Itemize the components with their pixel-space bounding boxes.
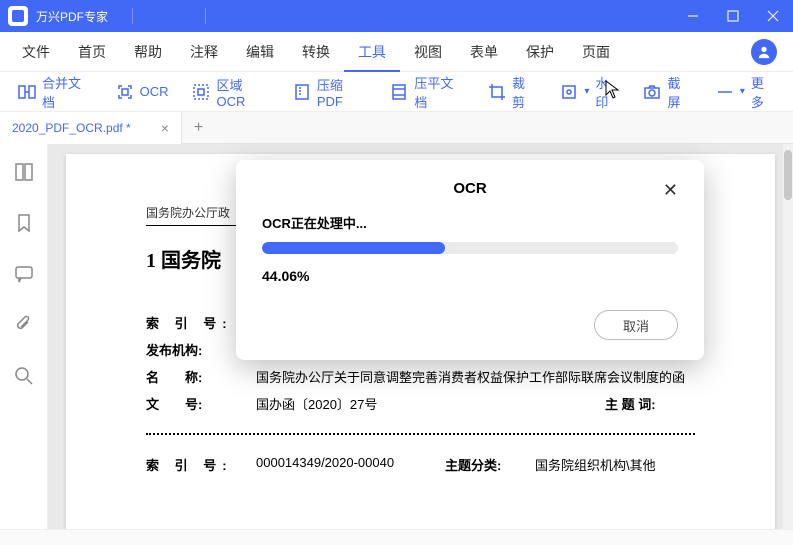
dialog-close-icon[interactable]: ✕ <box>663 180 678 201</box>
undo-icon[interactable] <box>210 9 226 23</box>
camera-icon <box>643 83 661 101</box>
menu-tools[interactable]: 工具 <box>344 32 400 72</box>
area-ocr-button[interactable]: 区域OCR <box>182 77 278 107</box>
ocr-progress-dialog: OCR ✕ OCR正在处理中... 44.06% 取消 <box>236 160 704 360</box>
ocr-button[interactable]: OCR <box>106 77 179 107</box>
open-icon[interactable] <box>137 9 153 23</box>
menu-protect[interactable]: 保护 <box>512 32 568 72</box>
status-bar <box>0 529 793 545</box>
minimize-button[interactable] <box>673 0 713 32</box>
title-bar: 万兴PDF专家 <box>0 0 793 32</box>
menu-home[interactable]: 首页 <box>64 32 120 72</box>
progress-fill <box>262 242 445 254</box>
close-button[interactable] <box>753 0 793 32</box>
progress-status: OCR正在处理中... <box>262 213 678 232</box>
scrollbar-thumb[interactable] <box>784 150 792 200</box>
watermark-button[interactable]: ▾水印 <box>550 77 629 107</box>
tab-close-icon[interactable]: × <box>161 120 169 136</box>
comments-icon[interactable] <box>14 264 34 289</box>
crop-icon <box>488 83 506 101</box>
search-icon[interactable] <box>14 366 34 391</box>
sidebar <box>0 144 48 529</box>
print-icon[interactable] <box>185 9 201 23</box>
merge-button[interactable]: 合并文档 <box>8 77 102 107</box>
scrollbar-track[interactable] <box>783 144 793 529</box>
new-tab-button[interactable]: + <box>182 119 215 137</box>
bookmarks-icon[interactable] <box>14 213 34 238</box>
document-tab[interactable]: 2020_PDF_OCR.pdf * × <box>0 112 182 144</box>
attachments-icon[interactable] <box>14 315 34 340</box>
progress-percent: 44.06% <box>262 268 678 284</box>
menu-view[interactable]: 视图 <box>400 32 456 72</box>
crop-button[interactable]: 裁剪 <box>478 77 546 107</box>
user-avatar[interactable] <box>751 39 777 65</box>
merge-icon <box>18 83 36 101</box>
redo-icon[interactable] <box>226 9 242 23</box>
menu-file[interactable]: 文件 <box>8 32 64 72</box>
thumbnails-icon[interactable] <box>14 162 34 187</box>
watermark-icon <box>560 83 578 101</box>
dialog-title: OCR <box>453 180 486 197</box>
menu-page[interactable]: 页面 <box>568 32 624 72</box>
app-name: 万兴PDF专家 <box>36 8 108 25</box>
compress-icon <box>293 83 311 101</box>
tab-filename: 2020_PDF_OCR.pdf * <box>12 121 131 135</box>
ocr-icon <box>116 83 134 101</box>
screenshot-button[interactable]: 截屏 <box>633 77 701 107</box>
tab-strip: 2020_PDF_OCR.pdf * × + <box>0 112 793 144</box>
menu-convert[interactable]: 转换 <box>288 32 344 72</box>
more-button[interactable]: ▾更多 <box>706 77 785 107</box>
menu-annotate[interactable]: 注释 <box>176 32 232 72</box>
cancel-button[interactable]: 取消 <box>594 310 678 340</box>
more-icon <box>716 83 734 101</box>
dropdown-icon[interactable] <box>242 9 258 23</box>
progress-bar <box>262 242 678 254</box>
menu-edit[interactable]: 编辑 <box>232 32 288 72</box>
menu-bar: 文件 首页 帮助 注释 编辑 转换 工具 视图 表单 保护 页面 <box>0 32 793 72</box>
menu-form[interactable]: 表单 <box>456 32 512 72</box>
compress-button[interactable]: 压缩PDF <box>283 77 377 107</box>
mail-icon[interactable] <box>169 9 185 23</box>
flatten-icon <box>390 83 408 101</box>
flatten-button[interactable]: 压平文档 <box>380 77 474 107</box>
app-logo <box>8 6 28 26</box>
menu-help[interactable]: 帮助 <box>120 32 176 72</box>
toolbar: 合并文档 OCR 区域OCR 压缩PDF 压平文档 裁剪 ▾水印 截屏 ▾更多 <box>0 72 793 112</box>
area-ocr-icon <box>192 83 210 101</box>
save-icon[interactable] <box>153 9 169 23</box>
maximize-button[interactable] <box>713 0 753 32</box>
